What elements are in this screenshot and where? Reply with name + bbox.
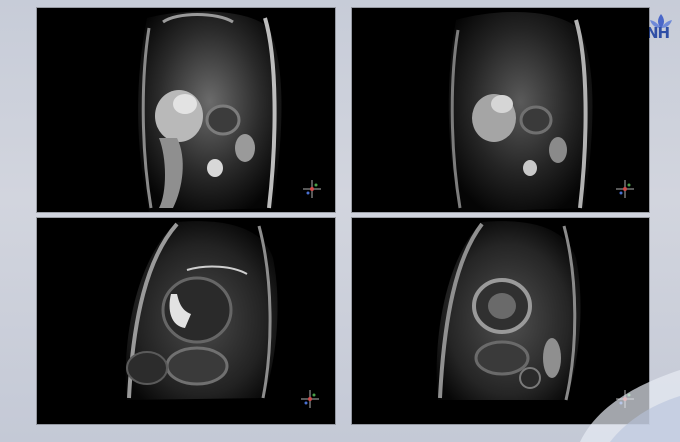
mri-panel-top-right [352,8,649,212]
logo-text: NH [646,24,670,42]
mri-image-coronal [448,11,593,212]
orientation-compass-icon [301,390,319,408]
mri-image-short-axis [125,221,278,400]
mri-panel-bottom-left [37,218,335,424]
presentation-slide: NH [0,0,680,442]
mri-panel-top-left [37,8,335,212]
orientation-compass-icon [303,180,321,198]
background-lotus-decoration [580,370,680,442]
orientation-compass-icon [616,180,634,198]
mri-image-coronal [138,11,282,212]
